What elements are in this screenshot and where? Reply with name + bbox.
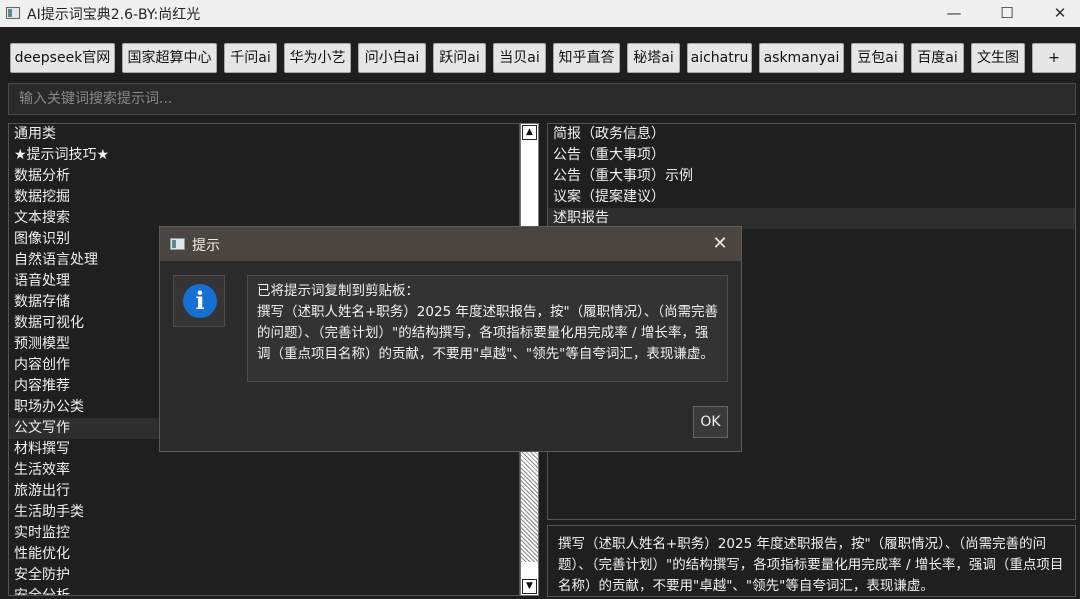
site-button-dangbei[interactable]: 当贝ai bbox=[493, 43, 546, 73]
scrollbar-thumb[interactable] bbox=[521, 562, 538, 578]
category-item[interactable]: 安全防护 bbox=[9, 565, 519, 586]
site-button-zhihu-zhida[interactable]: 知乎直答 bbox=[553, 43, 620, 73]
window-titlebar: AI提示词宝典2.6-BY:尚红光 — ☐ ✕ bbox=[0, 0, 1080, 27]
site-button-baidu[interactable]: 百度ai bbox=[911, 43, 964, 73]
prompt-item[interactable]: 公告（重大事项） bbox=[548, 145, 1075, 166]
site-button-deepseek[interactable]: deepseek官网 bbox=[10, 43, 115, 73]
category-item[interactable]: 生活助手类 bbox=[9, 502, 519, 523]
ok-button[interactable]: OK bbox=[693, 406, 728, 438]
dialog-message-heading: 已将提示词复制到剪贴板： bbox=[257, 283, 419, 299]
site-button-aichatru[interactable]: aichatru bbox=[687, 43, 752, 73]
site-button-doubao[interactable]: 豆包ai bbox=[851, 43, 904, 73]
maximize-button[interactable]: ☐ bbox=[984, 0, 1030, 27]
site-button-qianwen[interactable]: 千问ai bbox=[224, 43, 277, 73]
dialog-app-icon bbox=[170, 238, 185, 250]
site-button-national-supercomputing[interactable]: 国家超算中心 bbox=[122, 43, 217, 73]
site-button-text-to-image[interactable]: 文生图 bbox=[971, 43, 1025, 73]
scroll-down-arrow-icon[interactable]: ▼ bbox=[522, 579, 537, 594]
prompt-item[interactable]: 议案（提案建议） bbox=[548, 187, 1075, 208]
prompt-preview: 撰写（述职人姓名+职务）2025 年度述职报告，按"（履职情况）、（尚需完善的问… bbox=[547, 525, 1076, 597]
site-button-wenxiaobai[interactable]: 问小白ai bbox=[358, 43, 426, 73]
close-window-button[interactable]: ✕ bbox=[1037, 0, 1080, 27]
dialog-title: 提示 bbox=[192, 238, 220, 254]
category-item[interactable]: 通用类 bbox=[9, 124, 519, 145]
scroll-up-arrow-icon[interactable]: ▲ bbox=[522, 125, 537, 140]
site-button-huawei-xiaoyi[interactable]: 华为小艺 bbox=[284, 43, 351, 73]
site-button-askmanyai[interactable]: askmanyai bbox=[759, 43, 844, 73]
category-item[interactable]: 安全分析 bbox=[9, 586, 519, 595]
ai-site-toolbar: deepseek官网 国家超算中心 千问ai 华为小艺 问小白ai 跃问ai 当… bbox=[0, 27, 1080, 82]
category-item[interactable]: 数据分析 bbox=[9, 166, 519, 187]
prompt-item[interactable]: 简报（政务信息） bbox=[548, 124, 1075, 145]
info-icon: i bbox=[183, 284, 217, 318]
search-input[interactable]: 输入关键词搜索提示词... bbox=[8, 83, 1076, 115]
dialog-close-icon[interactable]: ✕ bbox=[708, 232, 732, 256]
window-title: AI提示词宝典2.6-BY:尚红光 bbox=[27, 7, 201, 23]
category-item[interactable]: 性能优化 bbox=[9, 544, 519, 565]
add-site-button[interactable]: + bbox=[1032, 43, 1076, 73]
info-icon-frame: i bbox=[173, 275, 225, 327]
prompt-item[interactable]: 公告（重大事项）示例 bbox=[548, 166, 1075, 187]
minimize-button[interactable]: — bbox=[931, 0, 977, 27]
category-item[interactable]: 实时监控 bbox=[9, 523, 519, 544]
site-button-mita[interactable]: 秘塔ai bbox=[627, 43, 680, 73]
copied-dialog: 提示 ✕ i 已将提示词复制到剪贴板： 撰写（述职人姓名+职务）2025 年度述… bbox=[159, 226, 742, 452]
scrollbar-track[interactable] bbox=[521, 434, 538, 562]
category-item[interactable]: 数据挖掘 bbox=[9, 187, 519, 208]
category-item[interactable]: 旅游出行 bbox=[9, 481, 519, 502]
dialog-message: 已将提示词复制到剪贴板： 撰写（述职人姓名+职务）2025 年度述职报告，按"（… bbox=[247, 275, 728, 382]
category-item[interactable]: 生活效率 bbox=[9, 460, 519, 481]
dialog-message-body: 撰写（述职人姓名+职务）2025 年度述职报告，按"（履职情况）、（尚需完善的问… bbox=[257, 304, 719, 362]
dialog-titlebar: 提示 ✕ bbox=[160, 227, 741, 261]
site-button-yuewen[interactable]: 跃问ai bbox=[433, 43, 486, 73]
category-item[interactable]: ★提示词技巧★ bbox=[9, 145, 519, 166]
app-icon bbox=[6, 7, 20, 19]
